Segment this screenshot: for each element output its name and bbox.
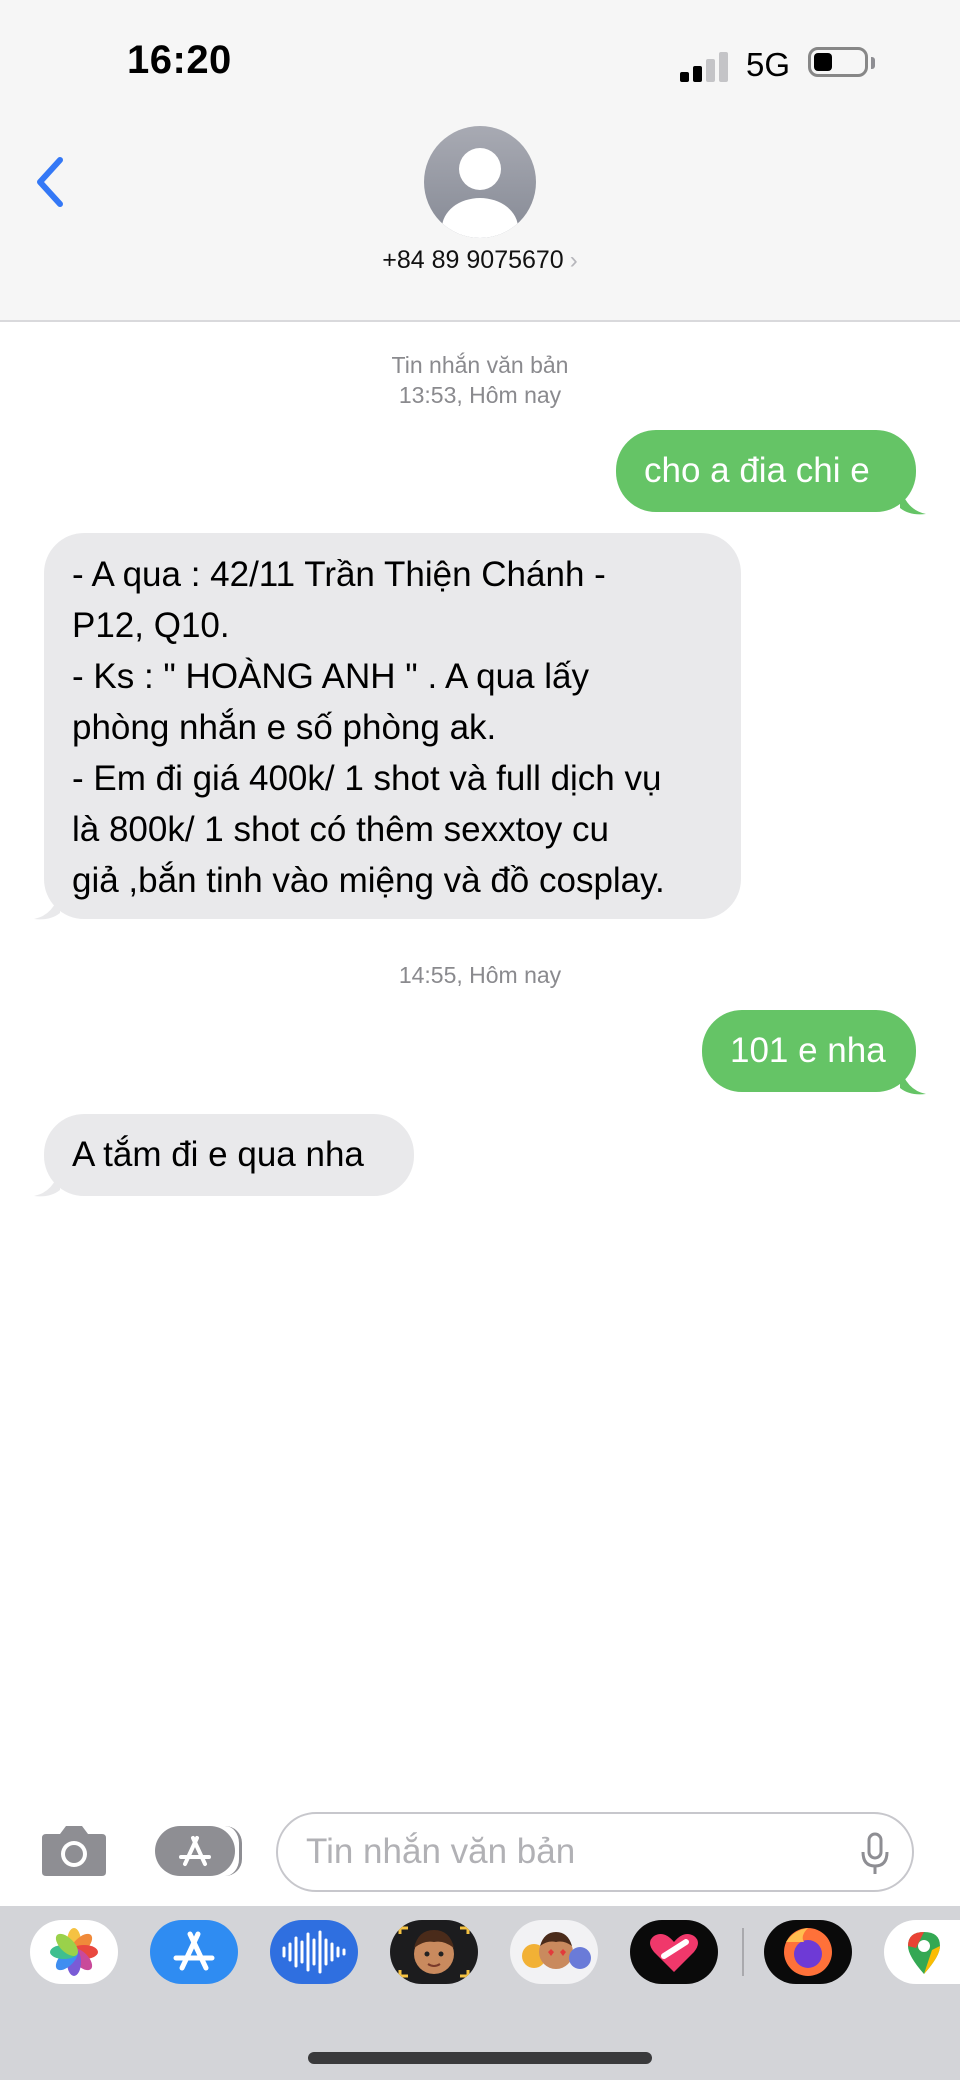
message-input-placeholder: Tin nhắn văn bản xyxy=(306,1832,576,1871)
camera-icon[interactable] xyxy=(40,1822,108,1878)
firefox-app-icon[interactable] xyxy=(764,1920,852,1984)
battery-level xyxy=(814,53,832,71)
photos-app-icon[interactable] xyxy=(30,1920,118,1984)
timestamp-header: 14:55, Hôm nay xyxy=(0,960,960,990)
message-line: - A qua : 42/11 Trần Thiện Chánh - xyxy=(72,555,606,594)
app-store-icon[interactable] xyxy=(155,1826,242,1876)
app-drawer-separator xyxy=(742,1928,744,1976)
timestamp-header: Tin nhắn văn bản 13:53, Hôm nay xyxy=(0,350,960,410)
message-text: cho a đia chi e xyxy=(644,451,870,490)
audio-message-app-icon[interactable] xyxy=(270,1920,358,1984)
animoji-stickers-app-icon[interactable] xyxy=(510,1920,598,1984)
cellular-signal-icon xyxy=(680,50,730,82)
message-line: phòng nhắn e số phòng ak. xyxy=(72,708,497,747)
app-store-app-icon[interactable] xyxy=(150,1920,238,1984)
message-text: A tắm đi e qua nha xyxy=(72,1135,364,1174)
chevron-right-icon: › xyxy=(569,247,578,274)
digital-touch-app-icon[interactable] xyxy=(630,1920,718,1984)
home-indicator[interactable] xyxy=(308,2052,652,2064)
contact-phone-number: +84 89 9075670 xyxy=(382,246,564,274)
memoji-app-icon[interactable] xyxy=(390,1920,478,1984)
google-maps-app-icon[interactable] xyxy=(884,1920,960,1984)
contact-name-button[interactable]: +84 89 9075670 › xyxy=(0,246,960,275)
outgoing-message-bubble[interactable]: 101 e nha xyxy=(702,1010,916,1092)
status-time: 16:20 xyxy=(127,38,232,82)
message-line: - Em đi giá 400k/ 1 shot và full dịch vụ xyxy=(72,759,662,798)
timestamp-text: 14:55, Hôm nay xyxy=(398,962,562,988)
back-chevron-icon[interactable] xyxy=(30,152,70,212)
contact-avatar[interactable] xyxy=(424,126,536,238)
network-type: 5G xyxy=(746,46,791,83)
outgoing-bubble-tail xyxy=(900,486,926,515)
battery-cap xyxy=(871,57,875,69)
message-text: 101 e nha xyxy=(730,1031,886,1070)
incoming-message-bubble[interactable]: A tắm đi e qua nha xyxy=(44,1114,414,1196)
microphone-icon[interactable] xyxy=(860,1832,890,1876)
message-line: giả ,bắn tinh vào miệng và đồ cosplay. xyxy=(72,861,665,900)
incoming-bubble-tail xyxy=(34,1168,60,1197)
navigation-header: 16:20 5G +84 89 9075670 › xyxy=(0,0,960,322)
message-line: - Ks : " HOÀNG ANH " . A qua lấy xyxy=(72,657,589,696)
outgoing-message-bubble[interactable]: cho a đia chi e xyxy=(616,430,916,512)
incoming-message-bubble[interactable]: - A qua : 42/11 Trần Thiện Chánh - P12, … xyxy=(44,533,741,919)
incoming-bubble-tail xyxy=(34,891,60,920)
timestamp-text: 13:53, Hôm nay xyxy=(398,382,562,408)
message-line: là 800k/ 1 shot có thêm sexxtoy cu xyxy=(72,810,609,849)
message-type-label: Tin nhắn văn bản xyxy=(391,352,569,378)
message-input[interactable]: Tin nhắn văn bản xyxy=(276,1812,914,1892)
message-line: P12, Q10. xyxy=(72,606,230,645)
imessage-app-drawer xyxy=(0,1906,960,2080)
outgoing-bubble-tail xyxy=(900,1066,926,1095)
